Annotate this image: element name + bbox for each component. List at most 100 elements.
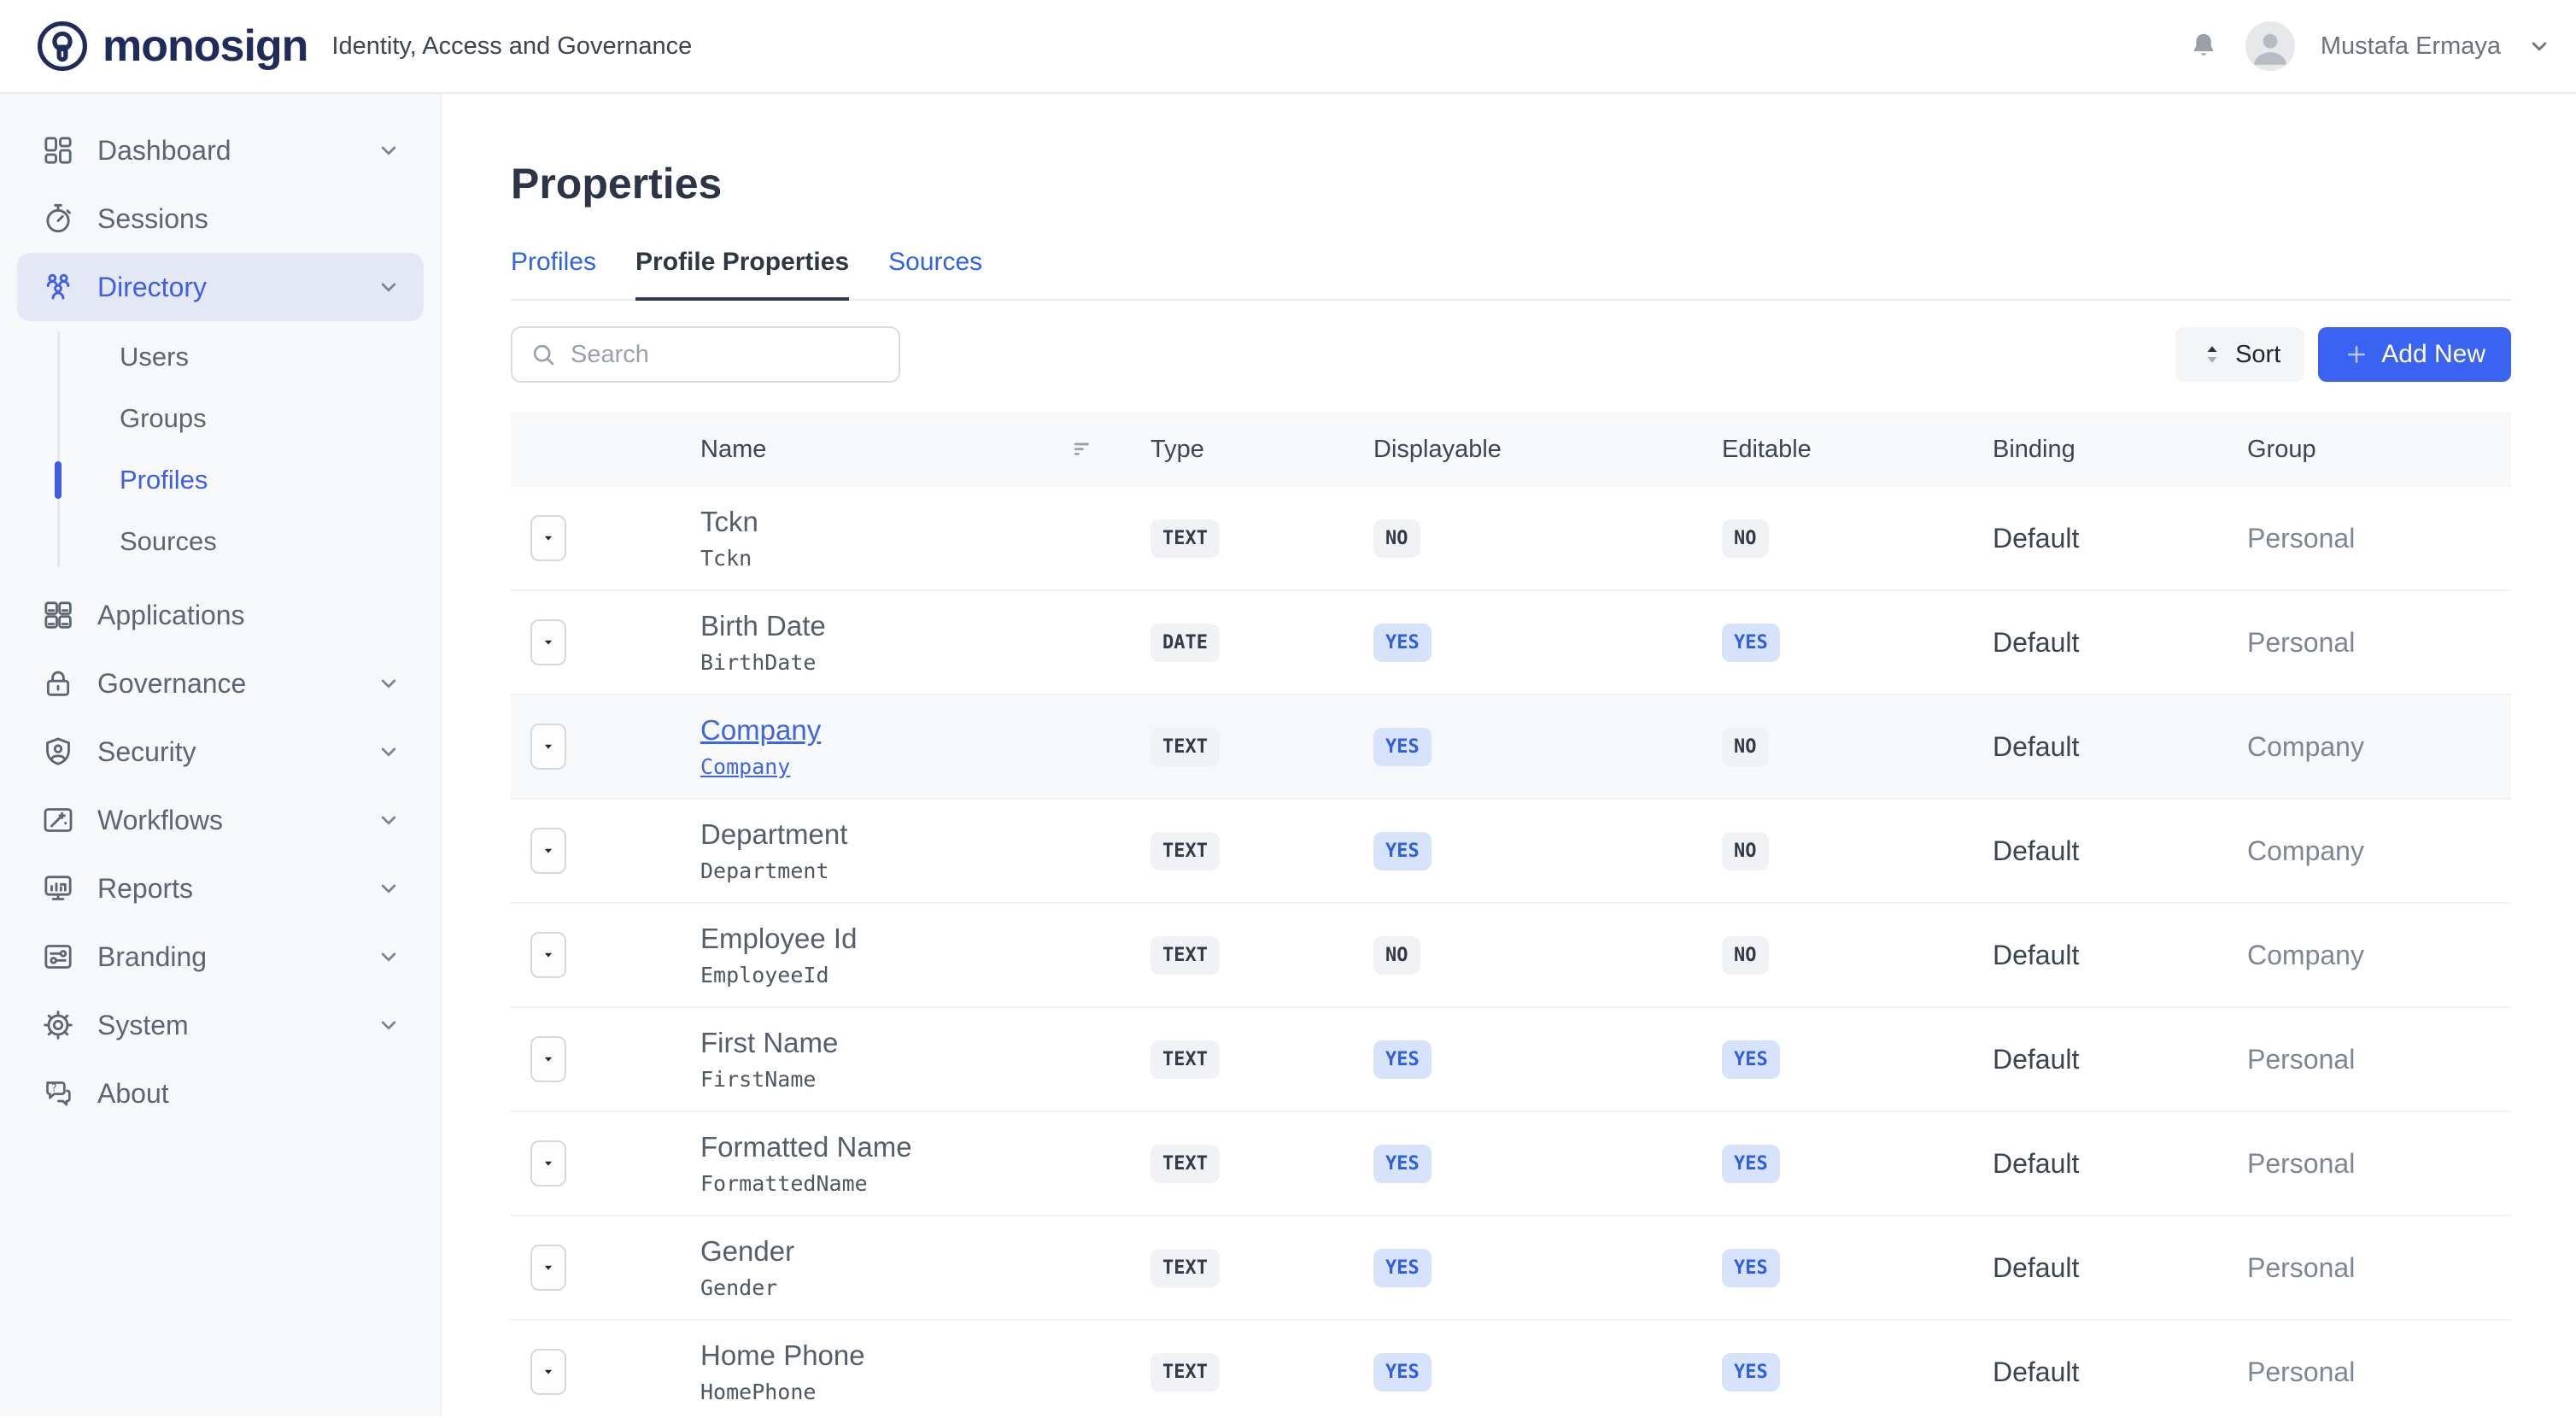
type-badge: TEXT [1150, 832, 1220, 870]
tab-profile-properties[interactable]: Profile Properties [635, 248, 849, 301]
sidebar-item-sources[interactable]: Sources [0, 511, 441, 572]
col-displayable: Displayable [1373, 436, 1722, 464]
sidebar-item-security[interactable]: Security [17, 718, 424, 786]
row-menu-button[interactable] [530, 1140, 566, 1187]
row-editable-cell: YES [1722, 1353, 1993, 1392]
row-displayable-cell: YES [1373, 1145, 1722, 1183]
table-row: Home Phone HomePhone TEXT YES YES Defaul… [511, 1321, 2511, 1418]
col-name-label: Name [700, 436, 766, 463]
sidebar-item-reports[interactable]: Reports [17, 854, 424, 923]
row-group-value: Company [2247, 940, 2511, 971]
sidebar-item-groups[interactable]: Groups [0, 388, 441, 449]
sidebar-item-branding[interactable]: Branding [17, 923, 424, 991]
sidebar-item-label: Sessions [97, 203, 208, 235]
row-actions-cell [511, 724, 700, 770]
user-name[interactable]: Mustafa Ermaya [2321, 32, 2501, 61]
type-badge: TEXT [1150, 1353, 1220, 1392]
sidebar-item-users[interactable]: Users [0, 326, 441, 388]
row-actions-cell [511, 1140, 700, 1187]
sidebar-item-workflows[interactable]: Workflows [17, 786, 424, 854]
sidebar-item-system[interactable]: System [17, 991, 424, 1059]
chevron-down-icon [376, 739, 401, 765]
monosign-logo-icon [34, 18, 91, 74]
sidebar-item-applications[interactable]: Applications [17, 581, 424, 649]
row-menu-button[interactable] [530, 1245, 566, 1291]
avatar[interactable] [2245, 21, 2295, 71]
sidebar-item-governance[interactable]: Governance [17, 649, 424, 718]
type-badge: TEXT [1150, 728, 1220, 766]
row-type-cell: TEXT [1150, 1249, 1373, 1287]
dashboard-icon [41, 133, 75, 167]
sidebar-item-directory[interactable]: Directory [17, 253, 424, 321]
row-menu-button[interactable] [530, 1349, 566, 1395]
row-group-value: Company [2247, 731, 2511, 763]
row-name-cell: Gender Gender [700, 1235, 1150, 1300]
tab-bar: Profiles Profile Properties Sources [511, 248, 2511, 301]
search-icon [530, 341, 557, 368]
displayable-badge: YES [1373, 1040, 1431, 1079]
row-menu-button[interactable] [530, 619, 566, 665]
user-menu-chevron-down-icon[interactable] [2526, 33, 2552, 59]
bell-icon[interactable] [2187, 30, 2220, 62]
row-editable-cell: NO [1722, 832, 1993, 870]
tab-sources[interactable]: Sources [888, 248, 982, 299]
row-group-value: Personal [2247, 523, 2511, 554]
row-group-value: Personal [2247, 1252, 2511, 1284]
row-type-cell: TEXT [1150, 519, 1373, 558]
reports-icon [41, 871, 75, 905]
add-new-button[interactable]: Add New [2318, 327, 2511, 382]
row-type-cell: DATE [1150, 624, 1373, 662]
row-type-cell: TEXT [1150, 1353, 1373, 1392]
branding-icon [41, 940, 75, 974]
sort-button[interactable]: Sort [2175, 327, 2304, 382]
row-displayable-cell: NO [1373, 936, 1722, 975]
brand-tagline: Identity, Access and Governance [331, 32, 692, 61]
type-badge: DATE [1150, 624, 1220, 662]
row-binding-value: Default [1993, 940, 2247, 971]
row-menu-button[interactable] [530, 1036, 566, 1082]
page-title: Properties [511, 159, 2511, 208]
table-row: Formatted Name FormattedName TEXT YES YE… [511, 1112, 2511, 1216]
toolbar: Sort Add New [511, 326, 2511, 383]
caret-down-icon [541, 530, 556, 546]
caret-down-icon [541, 739, 556, 754]
row-editable-cell: YES [1722, 624, 1993, 662]
table-row: Company Company TEXT YES NO Default Comp… [511, 695, 2511, 800]
sidebar-item-dashboard[interactable]: Dashboard [17, 116, 424, 185]
row-group-value: Personal [2247, 1148, 2511, 1180]
sort-bars-icon[interactable] [1070, 437, 1096, 462]
editable-badge: YES [1722, 624, 1780, 662]
caret-down-icon [541, 1364, 556, 1380]
sidebar-item-sessions[interactable]: Sessions [17, 185, 424, 253]
sidebar-item-about[interactable]: About [17, 1059, 424, 1128]
editable-badge: YES [1722, 1145, 1780, 1183]
row-menu-button[interactable] [530, 828, 566, 874]
row-menu-button[interactable] [530, 515, 566, 561]
row-menu-button[interactable] [530, 932, 566, 978]
search-input[interactable] [571, 341, 881, 369]
row-binding-value: Default [1993, 1252, 2247, 1284]
caret-down-icon [541, 1052, 556, 1067]
add-new-button-label: Add New [2381, 340, 2485, 369]
chevron-down-icon [376, 671, 401, 696]
row-editable-cell: YES [1722, 1040, 1993, 1079]
row-menu-button[interactable] [530, 724, 566, 770]
row-editable-cell: NO [1722, 728, 1993, 766]
table-row: First Name FirstName TEXT YES YES Defaul… [511, 1008, 2511, 1112]
governance-icon [41, 666, 75, 700]
row-editable-cell: NO [1722, 519, 1993, 558]
displayable-badge: YES [1373, 1353, 1431, 1392]
row-name-cell: Employee Id EmployeeId [700, 923, 1150, 987]
row-binding-value: Default [1993, 1356, 2247, 1388]
system-icon [41, 1008, 75, 1042]
sidebar-item-label: Security [97, 736, 196, 768]
sidebar-item-profiles[interactable]: Profiles [0, 449, 441, 511]
editable-badge: YES [1722, 1249, 1780, 1287]
table-row: Department Department TEXT YES NO Defaul… [511, 800, 2511, 904]
table-header-row: Name Type Displayable Editable Binding G… [511, 412, 2511, 487]
row-displayable-cell: YES [1373, 1353, 1722, 1392]
tab-profiles[interactable]: Profiles [511, 248, 596, 299]
row-type-cell: TEXT [1150, 832, 1373, 870]
sessions-icon [41, 202, 75, 236]
sidebar-item-label: Workflows [97, 805, 223, 836]
